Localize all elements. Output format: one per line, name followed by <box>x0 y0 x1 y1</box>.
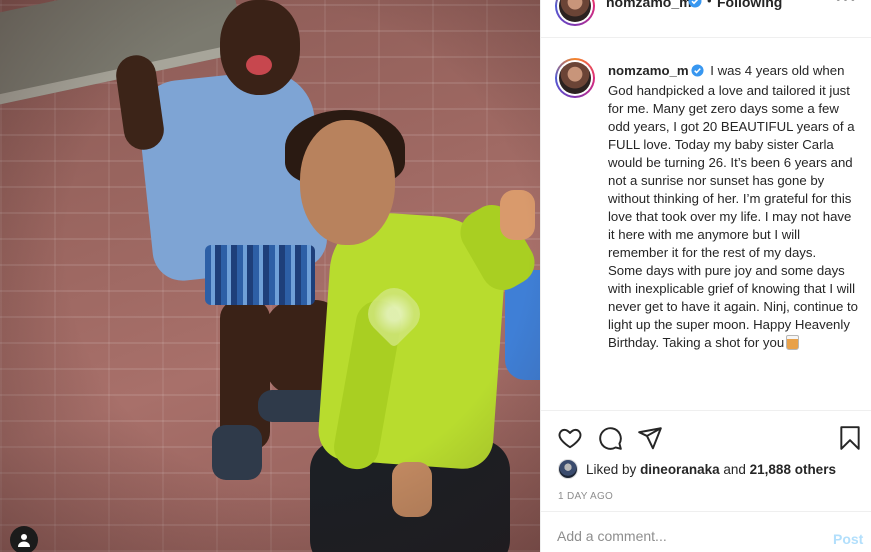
liker-avatar[interactable] <box>558 459 578 479</box>
heart-icon <box>558 428 582 449</box>
separator-dot: • <box>707 0 712 8</box>
post-timestamp[interactable]: 1 DAY AGO <box>558 491 613 502</box>
post-photo[interactable] <box>0 0 540 552</box>
verified-icon <box>691 64 704 82</box>
caption-paragraph-1: I was 4 years old when God handpicked a … <box>608 63 855 260</box>
comment-icon <box>599 427 622 450</box>
share-icon <box>638 427 662 450</box>
post-comment-button[interactable]: Post <box>833 531 863 547</box>
save-button[interactable] <box>837 425 863 451</box>
caption-paragraph-2: Some days with pure joy and some days wi… <box>608 263 858 350</box>
likes-joiner: and <box>723 461 746 477</box>
verified-icon <box>688 0 702 13</box>
avatar[interactable] <box>555 58 595 98</box>
header-username-link[interactable]: nomzamo_m <box>606 0 692 10</box>
likes-summary: Liked by dineoranaka and 21,888 others <box>558 459 836 479</box>
liker-username-link[interactable]: dineoranaka <box>640 462 720 477</box>
caption-text: nomzamo_m I was 4 years old when God han… <box>608 62 860 352</box>
like-button[interactable] <box>557 425 583 451</box>
avatar[interactable] <box>555 0 595 26</box>
comment-button[interactable] <box>597 425 623 451</box>
photo-vignette <box>0 0 540 552</box>
tumbler-glass-emoji-icon <box>786 335 800 350</box>
caption-username-link[interactable]: nomzamo_m <box>608 63 689 78</box>
tagged-users-button[interactable] <box>10 526 38 552</box>
post-sidebar: nomzamo_m • Following ••• nomzamo_m I wa… <box>540 0 871 552</box>
likes-prefix: Liked by <box>586 461 637 477</box>
post-header: nomzamo_m • Following ••• <box>541 0 871 38</box>
more-options-button[interactable]: ••• <box>835 0 857 9</box>
following-button[interactable]: Following <box>717 0 782 10</box>
bookmark-icon <box>840 426 860 450</box>
user-icon <box>18 534 30 547</box>
caption-section: nomzamo_m I was 4 years old when God han… <box>541 38 871 410</box>
comment-input[interactable] <box>557 528 807 544</box>
share-button[interactable] <box>637 425 663 451</box>
likes-count-link[interactable]: 21,888 others <box>750 462 836 477</box>
